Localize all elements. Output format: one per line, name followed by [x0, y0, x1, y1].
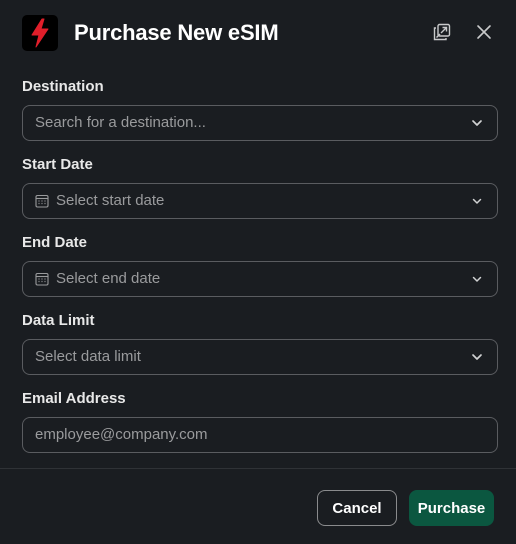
chevron-down-icon	[472, 120, 482, 126]
destination-select[interactable]: Search for a destination...	[22, 105, 498, 141]
end-date-label: End Date	[22, 234, 88, 251]
start-date-label: Start Date	[22, 156, 93, 173]
destination-placeholder: Search for a destination...	[35, 114, 206, 131]
data-limit-label: Data Limit	[22, 312, 95, 329]
email-label: Email Address	[22, 390, 126, 407]
chevron-down-icon	[472, 198, 482, 204]
calendar-icon	[35, 272, 49, 286]
calendar-icon	[35, 194, 49, 208]
purchase-button[interactable]: Purchase	[409, 490, 494, 526]
dialog-header: Purchase New eSIM	[0, 0, 516, 66]
start-date-placeholder: Select start date	[56, 192, 165, 209]
footer-divider	[0, 468, 516, 469]
start-date-picker[interactable]: Select start date	[22, 183, 498, 219]
destination-label: Destination	[22, 78, 104, 95]
end-date-picker[interactable]: Select end date	[22, 261, 498, 297]
chevron-down-icon	[472, 276, 482, 282]
popout-window-icon	[433, 23, 451, 41]
cancel-button[interactable]: Cancel	[317, 490, 397, 526]
email-placeholder: employee@company.com	[35, 426, 208, 443]
purchase-esim-dialog: Purchase New eSIM Destination Search for…	[0, 0, 516, 544]
dialog-title: Purchase New eSIM	[74, 20, 279, 45]
data-limit-placeholder: Select data limit	[35, 348, 141, 365]
chevron-down-icon	[472, 354, 482, 360]
email-field[interactable]: employee@company.com	[22, 417, 498, 453]
data-limit-select[interactable]: Select data limit	[22, 339, 498, 375]
lightning-bolt-icon	[22, 15, 58, 51]
close-button[interactable]	[472, 20, 496, 44]
popout-button[interactable]	[430, 20, 454, 44]
close-icon	[477, 25, 491, 39]
end-date-placeholder: Select end date	[56, 270, 161, 287]
